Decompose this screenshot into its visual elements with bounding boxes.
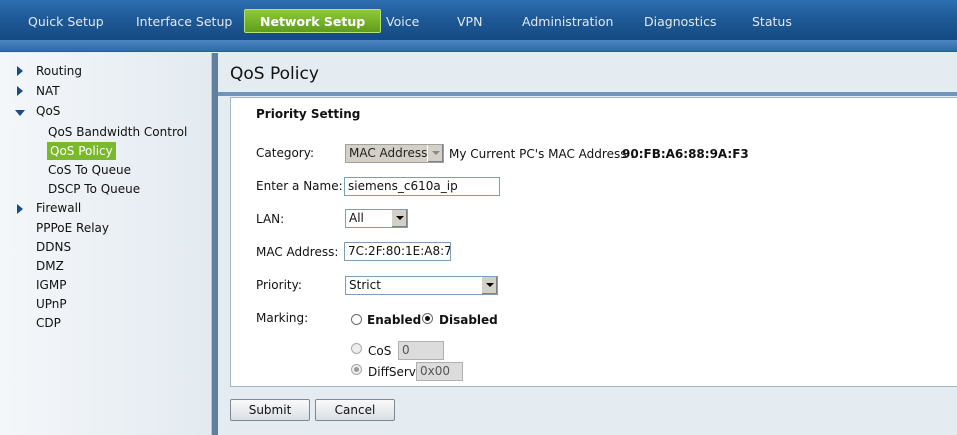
sidebar-item-dmz[interactable]: DMZ xyxy=(36,257,64,275)
expand-arrow-icon[interactable] xyxy=(17,86,23,96)
priority-setting-panel xyxy=(230,97,957,387)
sidebar-item-ddns[interactable]: DDNS xyxy=(36,238,71,256)
top-navigation: Quick Setup Interface Setup Network Setu… xyxy=(0,0,957,40)
nav-voice[interactable]: Voice xyxy=(386,12,419,32)
mac-address-label: MAC Address: xyxy=(256,245,339,259)
sidebar-item-cdp[interactable]: CDP xyxy=(36,314,61,332)
sidebar-item-upnp[interactable]: UPnP xyxy=(36,295,67,313)
current-mac-value: 90:FB:A6:88:9A:F3 xyxy=(622,147,749,161)
marking-disabled-label: Disabled xyxy=(439,313,498,327)
category-select[interactable]: MAC Address xyxy=(345,144,444,163)
lan-label: LAN: xyxy=(256,212,285,226)
sidebar-item-pppoe-relay[interactable]: PPPoE Relay xyxy=(36,219,109,237)
submit-button[interactable]: Submit xyxy=(230,399,310,421)
title-divider xyxy=(218,92,957,96)
cos-radio[interactable] xyxy=(351,343,362,354)
sidebar-item-dscp-to-queue[interactable]: DSCP To Queue xyxy=(48,180,140,198)
category-label: Category: xyxy=(256,146,314,160)
name-label: Enter a Name: xyxy=(256,179,343,193)
nav-quick-setup[interactable]: Quick Setup xyxy=(28,12,104,32)
sidebar-item-qos[interactable]: QoS xyxy=(36,102,60,120)
marking-label: Marking: xyxy=(256,311,309,325)
expand-arrow-icon[interactable] xyxy=(17,204,23,214)
sidebar xyxy=(0,53,212,435)
cos-input[interactable]: 0 xyxy=(398,341,444,360)
sidebar-item-firewall[interactable]: Firewall xyxy=(36,199,81,217)
current-mac-note: My Current PC's MAC Address : xyxy=(449,147,635,161)
sidebar-item-routing[interactable]: Routing xyxy=(36,62,82,80)
priority-label: Priority: xyxy=(256,278,302,292)
marking-disabled-radio[interactable] xyxy=(422,313,433,324)
expand-arrow-icon[interactable] xyxy=(17,66,23,76)
dropdown-arrow-icon xyxy=(481,277,497,294)
dropdown-arrow-icon xyxy=(391,210,407,227)
sidebar-item-nat[interactable]: NAT xyxy=(36,82,60,100)
sidebar-item-qos-policy[interactable]: QoS Policy xyxy=(47,142,116,160)
marking-enabled-label: Enabled xyxy=(367,313,422,327)
page-title: QoS Policy xyxy=(230,64,319,84)
priority-value: Strict xyxy=(349,278,381,292)
nav-vpn[interactable]: VPN xyxy=(457,12,482,32)
dropdown-arrow-icon xyxy=(427,145,443,162)
collapse-arrow-icon[interactable] xyxy=(15,110,25,116)
sidebar-item-igmp[interactable]: IGMP xyxy=(36,276,66,294)
nav-diagnostics[interactable]: Diagnostics xyxy=(644,12,717,32)
nav-interface-setup[interactable]: Interface Setup xyxy=(136,12,232,32)
section-title: Priority Setting xyxy=(256,107,361,121)
lan-value: All xyxy=(349,211,364,225)
diffserv-label: DiffServ xyxy=(368,365,416,379)
mac-address-input[interactable]: 7C:2F:80:1E:A8:75 xyxy=(344,242,451,261)
cancel-button[interactable]: Cancel xyxy=(315,399,395,421)
category-value: MAC Address xyxy=(349,146,428,160)
nav-subbar xyxy=(0,40,957,52)
nav-administration[interactable]: Administration xyxy=(522,12,613,32)
marking-enabled-radio[interactable] xyxy=(351,314,362,325)
priority-select[interactable]: Strict xyxy=(345,276,498,295)
sidebar-item-qos-bandwidth-control[interactable]: QoS Bandwidth Control xyxy=(48,123,187,141)
diffserv-radio[interactable] xyxy=(351,364,362,375)
diffserv-input[interactable]: 0x00 xyxy=(416,362,463,381)
sidebar-item-cos-to-queue[interactable]: CoS To Queue xyxy=(48,161,131,179)
name-input[interactable]: siemens_c610a_ip xyxy=(344,177,500,196)
nav-status[interactable]: Status xyxy=(752,12,792,32)
nav-network-setup[interactable]: Network Setup xyxy=(244,9,382,33)
cos-label: CoS xyxy=(368,344,392,358)
lan-select[interactable]: All xyxy=(345,209,408,228)
